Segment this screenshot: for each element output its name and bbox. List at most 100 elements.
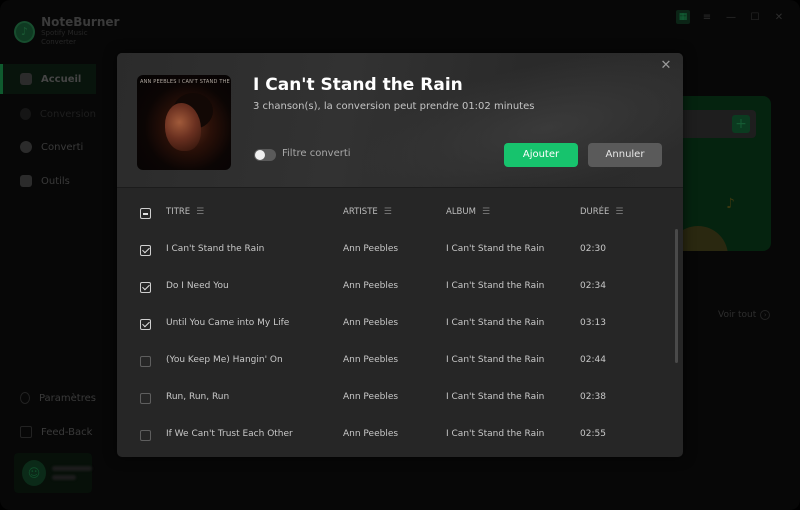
user-info-blurred (52, 462, 92, 484)
app-name: NoteBurner (41, 15, 120, 29)
sidebar-item-parametres[interactable]: Paramètres (0, 383, 96, 413)
sort-icon[interactable]: ☰ (196, 207, 204, 217)
window-close-icon[interactable]: ✕ (772, 10, 786, 24)
plus-icon[interactable]: + (732, 115, 750, 133)
blurred-text (52, 466, 92, 471)
track-album: I Can't Stand the Rain (446, 244, 545, 254)
select-all-checkbox[interactable] (140, 208, 151, 219)
gear-icon (20, 392, 30, 404)
sort-icon[interactable]: ☰ (615, 207, 623, 217)
promo-banner: + ♪ (668, 96, 771, 251)
track-album: I Can't Stand the Rain (446, 355, 545, 365)
app-subtitle: Spotify Music Converter (41, 29, 88, 46)
track-duration: 02:34 (580, 281, 606, 291)
see-all-label: Voir tout (718, 310, 757, 320)
column-header-duration[interactable]: DURÉE ☰ (580, 207, 624, 217)
add-button[interactable]: Ajouter (504, 143, 578, 167)
sidebar-item-outils[interactable]: Outils (0, 166, 96, 196)
converted-filter-label: Filtre converti (282, 148, 351, 159)
track-duration: 02:38 (580, 392, 606, 402)
column-label: ARTISTE (343, 207, 378, 217)
minimize-icon[interactable]: — (724, 10, 738, 24)
sidebar-item-label: Converti (41, 141, 84, 153)
track-artist: Ann Peebles (343, 355, 399, 365)
music-note-icon: ♪ (726, 196, 735, 212)
header-background-art (347, 53, 683, 187)
user-avatar-icon: ☺ (22, 460, 46, 486)
track-checkbox[interactable] (140, 393, 151, 404)
menu-icon[interactable]: ≡ (700, 10, 714, 24)
album-title: I Can't Stand the Rain (253, 75, 463, 95)
sidebar-item-accueil[interactable]: Accueil (0, 64, 96, 94)
track-duration: 03:13 (580, 318, 606, 328)
see-all-link[interactable]: Voir tout › (718, 310, 771, 320)
column-label: ALBUM (446, 207, 476, 217)
close-icon[interactable]: ✕ (658, 58, 674, 74)
track-duration: 02:44 (580, 355, 606, 365)
window-controls: ▦ ≡ — ☐ ✕ (676, 10, 786, 24)
track-album: I Can't Stand the Rain (446, 392, 545, 402)
home-icon (20, 73, 32, 85)
sidebar: ♪ NoteBurner Spotify Music Converter Acc… (0, 0, 120, 510)
track-duration: 02:30 (580, 244, 606, 254)
table-row[interactable]: Run, Run, Run Ann Peebles I Can't Stand th… (117, 389, 667, 409)
toggle-knob (255, 150, 265, 160)
track-artist: Ann Peebles (343, 392, 399, 402)
track-title: Until You Came into My Life (166, 318, 290, 328)
blurred-text (52, 475, 76, 480)
cancel-button[interactable]: Annuler (588, 143, 662, 167)
track-album: I Can't Stand the Rain (446, 318, 545, 328)
scrollbar[interactable] (675, 229, 678, 363)
music-note-icon: ♪ (14, 20, 36, 43)
clock-icon (20, 141, 32, 153)
track-duration: 02:55 (580, 429, 606, 439)
track-artist: Ann Peebles (343, 281, 399, 291)
track-title: Run, Run, Run (166, 392, 230, 402)
track-checkbox[interactable] (140, 282, 151, 293)
sidebar-item-label: Outils (41, 175, 70, 187)
track-title: Do I Need You (166, 281, 229, 291)
table-row[interactable]: Do I Need You Ann Peebles I Can't Stand th… (117, 278, 667, 298)
app-logo: ♪ NoteBurner Spotify Music Converter (14, 16, 120, 47)
maximize-icon[interactable]: ☐ (748, 10, 762, 24)
track-title: I Can't Stand the Rain (166, 244, 265, 254)
sidebar-item-label: Accueil (41, 73, 82, 85)
column-label: TITRE (166, 207, 191, 217)
grid-view-icon[interactable]: ▦ (676, 10, 690, 24)
toolbox-icon (20, 175, 32, 187)
sidebar-item-feedback[interactable]: Feed-Back (0, 417, 96, 447)
track-checkbox[interactable] (140, 245, 151, 256)
sidebar-item-label: Paramètres (38, 392, 96, 404)
user-account-card[interactable]: ☺ (14, 453, 92, 493)
table-row[interactable]: I Can't Stand the Rain Ann Peebles I Can't… (117, 241, 667, 261)
track-title: If We Can't Trust Each Other (166, 429, 293, 439)
track-title: (You Keep Me) Hangin' On (166, 355, 283, 365)
track-checkbox[interactable] (140, 319, 151, 330)
column-label: DURÉE (580, 207, 610, 217)
sort-icon[interactable]: ☰ (482, 207, 490, 217)
convert-icon (20, 108, 31, 120)
table-row[interactable]: If We Can't Trust Each Other Ann Peebles I… (117, 426, 667, 446)
track-album: I Can't Stand the Rain (446, 281, 545, 291)
sidebar-item-label: Feed-Back (41, 426, 93, 438)
album-cover: ANN PEEBLES I CAN'T STAND THE RAIN (137, 75, 231, 170)
track-checkbox[interactable] (140, 430, 151, 441)
sidebar-item-conversion[interactable]: Conversion (0, 99, 96, 129)
track-artist: Ann Peebles (343, 244, 399, 254)
track-artist: Ann Peebles (343, 318, 399, 328)
track-table: TITRE ☰ ARTISTE ☰ ALBUM ☰ DURÉE ☰ I Can'… (117, 189, 683, 457)
add-tracks-dialog: ANN PEEBLES I CAN'T STAND THE RAIN I Can… (117, 53, 683, 457)
track-checkbox[interactable] (140, 356, 151, 367)
column-header-artist[interactable]: ARTISTE ☰ (343, 207, 392, 217)
column-header-title[interactable]: TITRE ☰ (166, 207, 204, 217)
table-row[interactable]: Until You Came into My Life Ann Peebles I … (117, 315, 667, 335)
app-window: ♪ NoteBurner Spotify Music Converter Acc… (0, 0, 800, 510)
mail-icon (20, 426, 32, 438)
sidebar-item-converti[interactable]: Converti (0, 132, 96, 162)
sort-icon[interactable]: ☰ (384, 207, 392, 217)
column-header-album[interactable]: ALBUM ☰ (446, 207, 490, 217)
chevron-right-icon: › (760, 310, 771, 320)
table-header: TITRE ☰ ARTISTE ☰ ALBUM ☰ DURÉE ☰ (117, 207, 683, 221)
table-row[interactable]: (You Keep Me) Hangin' On Ann Peebles I Can… (117, 352, 667, 372)
converted-filter-toggle[interactable] (254, 149, 276, 161)
